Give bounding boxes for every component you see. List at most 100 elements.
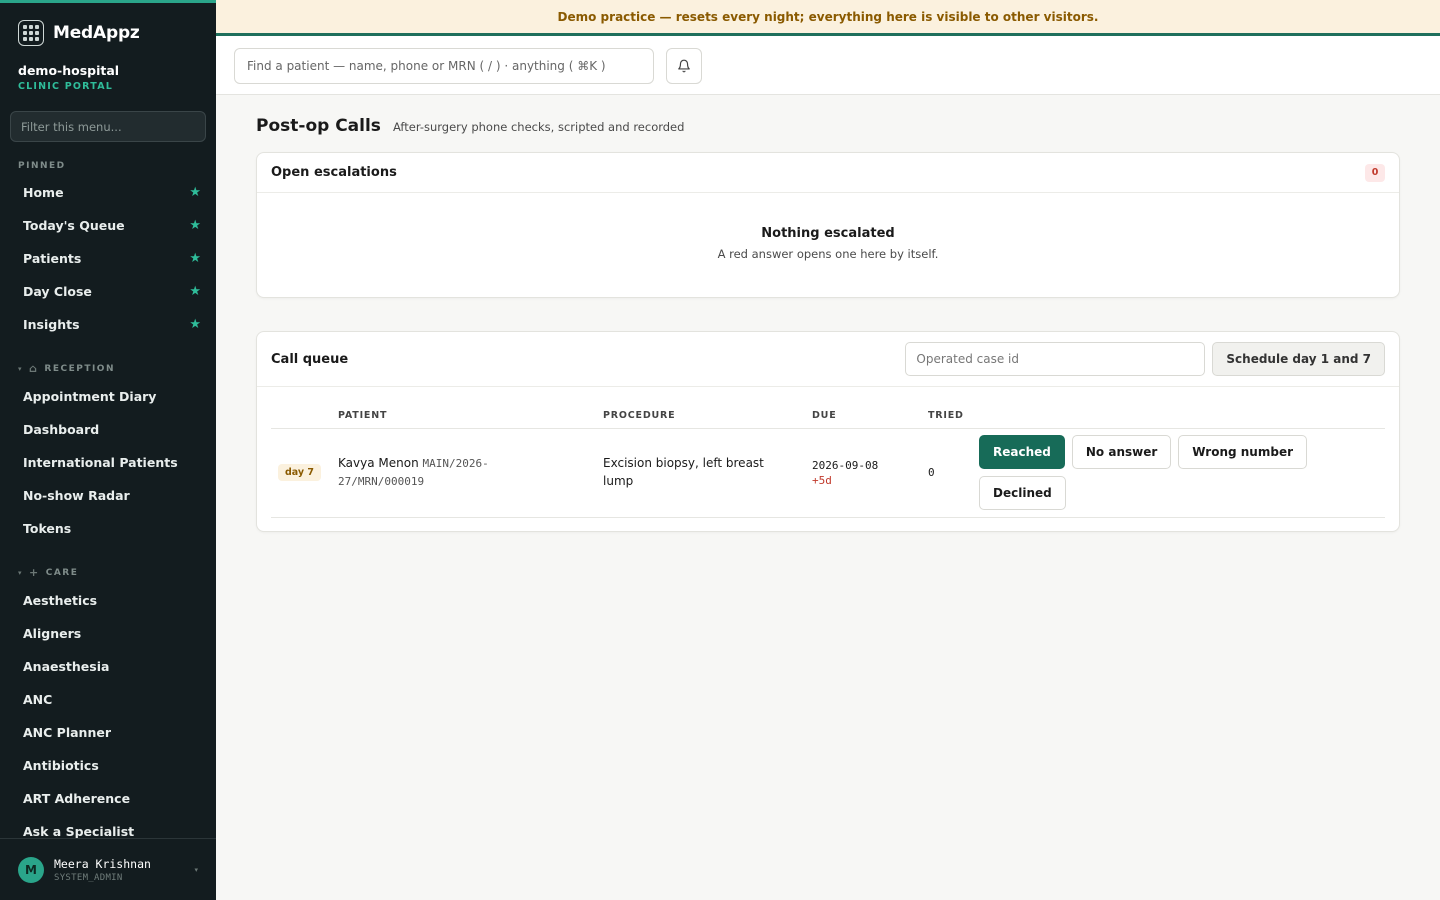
call-queue-card: Call queue Schedule day 1 and 7 PATIENT … [256, 331, 1400, 532]
sidebar-item-anaesthesia[interactable]: Anaesthesia [0, 650, 216, 683]
section-label-pinned: PINNED [18, 161, 66, 171]
tenant-name: demo-hospital [18, 63, 120, 78]
procedure-text: Excision biopsy, left breast lump [603, 456, 764, 488]
table-header-row: PATIENT PROCEDURE DUE TRIED [271, 387, 1385, 429]
sidebar-item-dashboard[interactable]: Dashboard [0, 413, 216, 446]
brand-name: MedAppz [53, 23, 140, 43]
sidebar-item-label: Antibiotics [23, 758, 99, 773]
cell-procedure: Excision biopsy, left breast lump [603, 428, 812, 518]
col-procedure: PROCEDURE [603, 387, 812, 429]
escalations-header: Open escalations 0 [257, 153, 1399, 193]
pinned-list: Home ★ Today's Queue ★ Patients ★ Day Close… [0, 176, 216, 341]
menu-filter [10, 111, 206, 142]
col-tried: TRIED [928, 387, 979, 429]
avatar: M [18, 856, 44, 883]
sidebar-item-label: Ask a Specialist [23, 824, 135, 839]
schedule-day-1-and-7-button[interactable]: Schedule day 1 and 7 [1212, 342, 1385, 376]
sidebar-item-label: Insights [23, 317, 80, 332]
cell-tried: 0 [928, 428, 979, 518]
sidebar-item-international-patients[interactable]: International Patients [0, 446, 216, 479]
section-label-reception: RECEPTION [44, 363, 115, 374]
table-row: day 7 Kavya Menon MAIN/2026-27/MRN/00001… [271, 428, 1385, 518]
due-date: 2026-09-08 [812, 458, 879, 472]
user-name: Meera Krishnan [54, 856, 151, 871]
day-badge: day 7 [278, 464, 322, 481]
sidebar-item-art-adherence[interactable]: ART Adherence [0, 782, 216, 815]
sidebar-item-label: Today's Queue [23, 218, 125, 233]
page-subtitle: After-surgery phone checks, scripted and… [392, 120, 685, 134]
patient-search [234, 48, 654, 84]
patient-name[interactable]: Kavya Menon [338, 456, 419, 470]
reception-list: Appointment Diary Dashboard Internationa… [0, 380, 216, 545]
page-header: Post-op Calls After-surgery phone checks… [256, 116, 1400, 136]
sidebar-item-aligners[interactable]: Aligners [0, 617, 216, 650]
escalations-card: Open escalations 0 Nothing escalated A r… [256, 152, 1400, 298]
sidebar-item-day-close[interactable]: Day Close ★ [0, 275, 216, 308]
sidebar-item-no-show-radar[interactable]: No-show Radar [0, 479, 216, 512]
section-reception-toggle[interactable]: ▾ ⌂ RECEPTION [0, 362, 216, 375]
star-icon[interactable]: ★ [189, 251, 201, 266]
notifications-button[interactable] [666, 48, 702, 84]
call-queue-title: Call queue [271, 351, 349, 367]
user-info: Meera Krishnan SYSTEM_ADMIN [54, 857, 184, 883]
star-icon[interactable]: ★ [189, 284, 201, 299]
logo-icon [18, 20, 44, 46]
col-patient: PATIENT [338, 387, 603, 429]
tenant-subtitle: CLINIC PORTAL [18, 81, 114, 92]
sidebar-item-insights[interactable]: Insights ★ [0, 308, 216, 341]
star-icon[interactable]: ★ [189, 218, 201, 233]
sidebar-item-appointment-diary[interactable]: Appointment Diary [0, 380, 216, 413]
cell-due: 2026-09-08 +5d [812, 428, 928, 518]
sidebar-item-anc-planner[interactable]: ANC Planner [0, 716, 216, 749]
col-due: DUE [812, 387, 928, 429]
empty-title: Nothing escalated [761, 226, 895, 241]
sidebar: MedAppz demo-hospital CLINIC PORTAL PINN… [0, 0, 216, 900]
sidebar-item-label: Appointment Diary [23, 389, 157, 404]
section-care-toggle[interactable]: ▾ + CARE [0, 566, 216, 579]
cell-actions: Reached No answer Wrong number Declined [979, 428, 1385, 518]
call-queue-actions: Schedule day 1 and 7 [905, 342, 1385, 376]
cell-patient: Kavya Menon MAIN/2026-27/MRN/000019 [338, 428, 603, 518]
collapse-caret-icon: ▾ [18, 568, 24, 577]
escalations-empty-state: Nothing escalated A red answer opens one… [257, 193, 1399, 261]
reached-button[interactable]: Reached [979, 435, 1065, 469]
sidebar-item-home[interactable]: Home ★ [0, 176, 216, 209]
star-icon[interactable]: ★ [189, 185, 201, 200]
sidebar-item-label: Aligners [23, 626, 82, 641]
brand[interactable]: MedAppz [0, 3, 216, 49]
topbar [216, 36, 1440, 95]
declined-button[interactable]: Declined [979, 476, 1066, 510]
sidebar-item-label: Patients [23, 251, 82, 266]
sidebar-item-patients[interactable]: Patients ★ [0, 242, 216, 275]
sidebar-item-todays-queue[interactable]: Today's Queue ★ [0, 209, 216, 242]
menu-filter-input[interactable] [21, 119, 195, 134]
plus-icon: + [29, 566, 40, 579]
section-label-care: CARE [45, 567, 79, 578]
star-icon[interactable]: ★ [189, 317, 201, 332]
sidebar-item-label: Tokens [23, 521, 72, 536]
call-outcome-buttons: Reached No answer Wrong number Declined [979, 435, 1309, 510]
escalations-count-badge: 0 [1365, 163, 1385, 182]
sidebar-item-tokens[interactable]: Tokens [0, 512, 216, 545]
home-icon: ⌂ [29, 362, 39, 375]
operated-case-id-input[interactable] [905, 342, 1206, 376]
demo-banner: Demo practice — resets every night; ever… [216, 0, 1440, 36]
no-answer-button[interactable]: No answer [1071, 435, 1172, 469]
empty-subtitle: A red answer opens one here by itself. [717, 247, 939, 261]
wrong-number-button[interactable]: Wrong number [1178, 435, 1307, 469]
sidebar-item-anc[interactable]: ANC [0, 683, 216, 716]
sidebar-item-aesthetics[interactable]: Aesthetics [0, 584, 216, 617]
tenant: demo-hospital CLINIC PORTAL [0, 49, 216, 92]
sidebar-item-label: ANC Planner [23, 725, 111, 740]
care-list: Aesthetics Aligners Anaesthesia ANC ANC … [0, 584, 216, 848]
sidebar-item-label: Anaesthesia [23, 659, 110, 674]
col-actions [979, 387, 1385, 429]
col-day [271, 387, 338, 429]
patient-search-input[interactable] [247, 59, 641, 73]
sidebar-item-label: Aesthetics [23, 593, 98, 608]
collapse-caret-icon: ▾ [18, 364, 24, 373]
sidebar-item-antibiotics[interactable]: Antibiotics [0, 749, 216, 782]
due-overdue: +5d [812, 473, 832, 487]
user-menu[interactable]: M Meera Krishnan SYSTEM_ADMIN ▾ [0, 838, 216, 900]
sidebar-item-label: Dashboard [23, 422, 100, 437]
